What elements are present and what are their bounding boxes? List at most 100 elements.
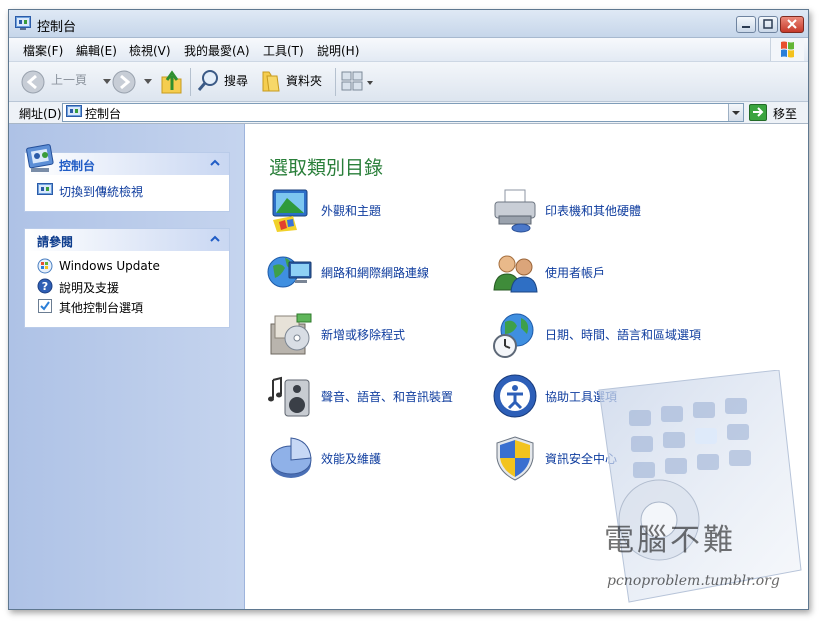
classic-view-icon — [37, 183, 53, 195]
category-date-time-language[interactable]: 日期、時間、語言和區域選項 — [491, 310, 711, 362]
forward-arrow-icon — [112, 70, 136, 94]
windows-update-link[interactable]: Windows Update — [25, 257, 229, 277]
security-shield-icon — [496, 436, 534, 481]
chevron-down-icon — [103, 79, 111, 84]
appearance-themes-label: 外觀和主題 — [321, 204, 382, 218]
category-accessibility-options[interactable]: 協助工具選項 — [491, 372, 711, 424]
back-button[interactable]: 上一頁 — [18, 67, 111, 97]
search-icon — [197, 70, 218, 91]
go-label[interactable]: 移至 — [773, 105, 797, 122]
search-button[interactable]: 搜尋 — [196, 68, 254, 96]
close-button[interactable] — [780, 16, 804, 33]
up-folder-icon — [161, 70, 182, 94]
help-support-label: 說明及支援 — [59, 281, 120, 295]
maximize-button[interactable] — [758, 16, 778, 33]
up-folder-button[interactable] — [159, 68, 185, 96]
sounds-audio-label: 聲音、語音、和音訊裝置 — [321, 390, 454, 404]
window-title: 控制台 — [37, 20, 77, 35]
folders-label: 資料夾 — [286, 74, 323, 88]
close-icon — [787, 19, 797, 29]
task-pane: 控制台 切換到傳統檢視 請參閱 Windows Update ? 說明及支援 其… — [9, 124, 245, 609]
go-arrow-icon — [753, 107, 764, 117]
category-network-connections[interactable]: 網路和網際網路連線 — [267, 248, 487, 300]
collapse-chevron-icon[interactable] — [209, 233, 221, 245]
views-icon — [341, 71, 373, 91]
date-time-language-label: 日期、時間、語言和區域選項 — [545, 328, 702, 342]
menu-help[interactable]: 說明(H) — [317, 42, 359, 59]
accessibility-icon — [493, 374, 537, 418]
printer-icon — [494, 189, 536, 233]
category-performance-maintenance[interactable]: 效能及維護 — [267, 434, 487, 486]
menu-tools[interactable]: 工具(T) — [263, 42, 304, 59]
menu-file[interactable]: 檔案(F) — [23, 42, 63, 59]
menu-bar: 檔案(F) 編輯(E) 檢視(V) 我的最愛(A) 工具(T) 說明(H) — [9, 38, 808, 62]
performance-maintenance-label: 效能及維護 — [321, 452, 382, 466]
windows-logo — [770, 38, 804, 61]
watermark-url: pcnoproblem.tumblr.org — [607, 573, 780, 589]
appearance-themes-icon — [272, 189, 308, 232]
category-appearance-themes[interactable]: 外觀和主題 — [267, 186, 487, 238]
help-support-link[interactable]: ? 說明及支援 — [25, 277, 229, 297]
windows-flag-icon — [781, 41, 794, 58]
category-printers-hardware[interactable]: 印表機和其他硬體 — [491, 186, 711, 238]
control-panel-section-header[interactable]: 控制台 — [25, 144, 229, 175]
folders-icon — [262, 71, 280, 92]
folders-button[interactable]: 資料夾 — [260, 68, 332, 96]
switch-classic-view-label: 切換到傳統檢視 — [59, 185, 144, 199]
see-also-section: 請參閱 Windows Update ? 說明及支援 其他控制台選項 — [24, 228, 230, 328]
toolbar-separator — [335, 68, 336, 96]
svg-text:?: ? — [42, 280, 48, 293]
windows-update-label: Windows Update — [59, 259, 160, 273]
windows-update-icon — [37, 258, 53, 274]
user-accounts-icon — [493, 255, 538, 293]
other-options-label: 其他控制台選項 — [59, 301, 144, 315]
control-panel-window: 控制台 檔案(F) 編輯(E) 檢視(V) 我的最愛(A) 工具(T) 說明(H… — [8, 9, 809, 610]
category-security-center[interactable]: 資訊安全中心 — [491, 434, 711, 486]
minimize-icon — [742, 26, 750, 28]
see-also-section-title: 請參閱 — [37, 235, 74, 249]
speaker-icon — [268, 376, 310, 417]
other-options-link[interactable]: 其他控制台選項 — [25, 297, 229, 317]
back-arrow-icon — [21, 70, 45, 94]
printers-hardware-label: 印表機和其他硬體 — [545, 204, 642, 218]
views-button[interactable] — [340, 70, 376, 94]
address-label: 網址(D) — [19, 107, 62, 121]
go-button[interactable] — [749, 104, 767, 121]
user-accounts-label: 使用者帳戶 — [545, 266, 606, 280]
switch-classic-view-link[interactable]: 切換到傳統檢視 — [25, 181, 229, 201]
control-panel-large-icon — [26, 144, 54, 172]
menu-edit[interactable]: 編輯(E) — [76, 42, 117, 59]
category-add-remove-programs[interactable]: 新增或移除程式 — [267, 310, 487, 362]
address-value: 控制台 — [85, 107, 122, 121]
title-bar[interactable]: 控制台 — [9, 10, 808, 38]
control-panel-icon — [15, 16, 31, 30]
network-connections-label: 網路和網際網路連線 — [321, 266, 430, 280]
see-also-section-header[interactable]: 請參閱 — [25, 229, 229, 251]
minimize-button[interactable] — [736, 16, 756, 33]
address-field[interactable]: 控制台 — [62, 103, 744, 122]
menu-view[interactable]: 檢視(V) — [129, 42, 171, 59]
page-title: 選取類別目錄 — [269, 157, 384, 179]
category-sounds-audio[interactable]: 聲音、語音、和音訊裝置 — [267, 372, 487, 424]
chevron-down-icon — [732, 111, 740, 115]
toolbar: 上一頁 搜尋 資料夾 — [9, 62, 808, 102]
menu-favorites[interactable]: 我的最愛(A) — [184, 42, 250, 59]
address-dropdown-button[interactable] — [728, 104, 743, 121]
add-remove-programs-icon — [270, 313, 312, 355]
address-bar: 網址(D) 控制台 移至 — [9, 102, 808, 124]
collapse-chevron-icon[interactable] — [209, 157, 221, 169]
network-globe-icon — [267, 256, 312, 288]
maximize-icon — [763, 19, 773, 29]
help-icon: ? — [37, 278, 53, 294]
accessibility-options-label: 協助工具選項 — [545, 390, 618, 404]
back-label: 上一頁 — [51, 73, 88, 87]
add-remove-programs-label: 新增或移除程式 — [321, 328, 406, 342]
date-time-globe-icon — [493, 313, 534, 358]
control-panel-icon — [66, 105, 82, 117]
performance-pie-icon — [270, 437, 312, 478]
security-center-label: 資訊安全中心 — [545, 452, 618, 466]
search-label: 搜尋 — [224, 74, 249, 88]
forward-button[interactable] — [111, 67, 155, 97]
chevron-down-icon — [144, 79, 152, 84]
category-user-accounts[interactable]: 使用者帳戶 — [491, 248, 711, 300]
